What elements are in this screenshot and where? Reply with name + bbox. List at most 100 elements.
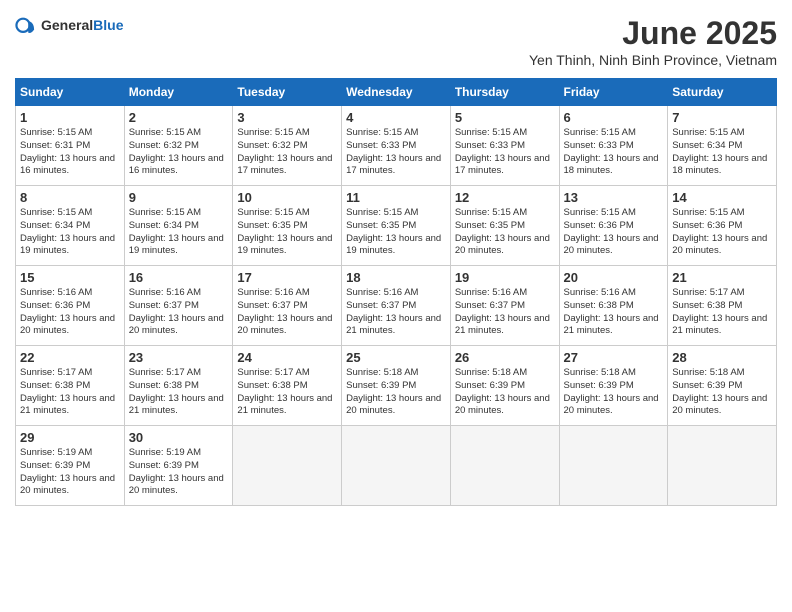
location-title: Yen Thinh, Ninh Binh Province, Vietnam [529, 52, 777, 68]
table-row: 20 Sunrise: 5:16 AM Sunset: 6:38 PM Dayl… [559, 266, 668, 346]
day-info: Sunrise: 5:18 AM Sunset: 6:39 PM Dayligh… [455, 367, 555, 418]
day-number: 30 [129, 430, 229, 445]
day-number: 29 [20, 430, 120, 445]
table-row: 1 Sunrise: 5:15 AM Sunset: 6:31 PM Dayli… [16, 106, 125, 186]
calendar-header-row: Sunday Monday Tuesday Wednesday Thursday… [16, 79, 777, 106]
header-friday: Friday [559, 79, 668, 106]
day-number: 27 [564, 350, 664, 365]
day-info: Sunrise: 5:19 AM Sunset: 6:39 PM Dayligh… [20, 447, 120, 498]
table-row [450, 426, 559, 506]
day-number: 8 [20, 190, 120, 205]
day-info: Sunrise: 5:15 AM Sunset: 6:33 PM Dayligh… [564, 127, 664, 178]
day-info: Sunrise: 5:19 AM Sunset: 6:39 PM Dayligh… [129, 447, 229, 498]
table-row [668, 426, 777, 506]
day-number: 2 [129, 110, 229, 125]
table-row: 12 Sunrise: 5:15 AM Sunset: 6:35 PM Dayl… [450, 186, 559, 266]
header-wednesday: Wednesday [342, 79, 451, 106]
day-number: 23 [129, 350, 229, 365]
table-row: 3 Sunrise: 5:15 AM Sunset: 6:32 PM Dayli… [233, 106, 342, 186]
day-info: Sunrise: 5:15 AM Sunset: 6:34 PM Dayligh… [129, 207, 229, 258]
day-info: Sunrise: 5:16 AM Sunset: 6:36 PM Dayligh… [20, 287, 120, 338]
logo-general: General [41, 17, 93, 33]
table-row: 23 Sunrise: 5:17 AM Sunset: 6:38 PM Dayl… [124, 346, 233, 426]
day-info: Sunrise: 5:18 AM Sunset: 6:39 PM Dayligh… [346, 367, 446, 418]
day-number: 4 [346, 110, 446, 125]
day-number: 20 [564, 270, 664, 285]
day-info: Sunrise: 5:15 AM Sunset: 6:32 PM Dayligh… [237, 127, 337, 178]
day-number: 28 [672, 350, 772, 365]
table-row: 22 Sunrise: 5:17 AM Sunset: 6:38 PM Dayl… [16, 346, 125, 426]
calendar-week-row: 29 Sunrise: 5:19 AM Sunset: 6:39 PM Dayl… [16, 426, 777, 506]
day-number: 15 [20, 270, 120, 285]
day-info: Sunrise: 5:18 AM Sunset: 6:39 PM Dayligh… [564, 367, 664, 418]
day-info: Sunrise: 5:16 AM Sunset: 6:37 PM Dayligh… [455, 287, 555, 338]
table-row: 17 Sunrise: 5:16 AM Sunset: 6:37 PM Dayl… [233, 266, 342, 346]
table-row: 25 Sunrise: 5:18 AM Sunset: 6:39 PM Dayl… [342, 346, 451, 426]
day-info: Sunrise: 5:17 AM Sunset: 6:38 PM Dayligh… [20, 367, 120, 418]
day-number: 26 [455, 350, 555, 365]
table-row: 2 Sunrise: 5:15 AM Sunset: 6:32 PM Dayli… [124, 106, 233, 186]
table-row: 19 Sunrise: 5:16 AM Sunset: 6:37 PM Dayl… [450, 266, 559, 346]
table-row [233, 426, 342, 506]
header-tuesday: Tuesday [233, 79, 342, 106]
day-info: Sunrise: 5:16 AM Sunset: 6:37 PM Dayligh… [346, 287, 446, 338]
day-number: 22 [20, 350, 120, 365]
day-info: Sunrise: 5:15 AM Sunset: 6:34 PM Dayligh… [672, 127, 772, 178]
day-info: Sunrise: 5:16 AM Sunset: 6:38 PM Dayligh… [564, 287, 664, 338]
day-number: 21 [672, 270, 772, 285]
day-info: Sunrise: 5:16 AM Sunset: 6:37 PM Dayligh… [237, 287, 337, 338]
day-number: 14 [672, 190, 772, 205]
day-number: 12 [455, 190, 555, 205]
day-number: 6 [564, 110, 664, 125]
day-info: Sunrise: 5:15 AM Sunset: 6:36 PM Dayligh… [672, 207, 772, 258]
calendar-week-row: 8 Sunrise: 5:15 AM Sunset: 6:34 PM Dayli… [16, 186, 777, 266]
table-row: 28 Sunrise: 5:18 AM Sunset: 6:39 PM Dayl… [668, 346, 777, 426]
table-row: 5 Sunrise: 5:15 AM Sunset: 6:33 PM Dayli… [450, 106, 559, 186]
day-number: 13 [564, 190, 664, 205]
day-number: 18 [346, 270, 446, 285]
table-row: 24 Sunrise: 5:17 AM Sunset: 6:38 PM Dayl… [233, 346, 342, 426]
table-row: 21 Sunrise: 5:17 AM Sunset: 6:38 PM Dayl… [668, 266, 777, 346]
title-area: June 2025 Yen Thinh, Ninh Binh Province,… [529, 15, 777, 68]
month-title: June 2025 [529, 15, 777, 52]
day-number: 3 [237, 110, 337, 125]
table-row: 6 Sunrise: 5:15 AM Sunset: 6:33 PM Dayli… [559, 106, 668, 186]
header-monday: Monday [124, 79, 233, 106]
table-row: 27 Sunrise: 5:18 AM Sunset: 6:39 PM Dayl… [559, 346, 668, 426]
table-row: 16 Sunrise: 5:16 AM Sunset: 6:37 PM Dayl… [124, 266, 233, 346]
day-info: Sunrise: 5:17 AM Sunset: 6:38 PM Dayligh… [237, 367, 337, 418]
day-number: 11 [346, 190, 446, 205]
header-sunday: Sunday [16, 79, 125, 106]
day-number: 19 [455, 270, 555, 285]
header-thursday: Thursday [450, 79, 559, 106]
table-row: 4 Sunrise: 5:15 AM Sunset: 6:33 PM Dayli… [342, 106, 451, 186]
calendar-table: Sunday Monday Tuesday Wednesday Thursday… [15, 78, 777, 506]
calendar-week-row: 1 Sunrise: 5:15 AM Sunset: 6:31 PM Dayli… [16, 106, 777, 186]
table-row: 11 Sunrise: 5:15 AM Sunset: 6:35 PM Dayl… [342, 186, 451, 266]
day-info: Sunrise: 5:15 AM Sunset: 6:35 PM Dayligh… [346, 207, 446, 258]
table-row: 7 Sunrise: 5:15 AM Sunset: 6:34 PM Dayli… [668, 106, 777, 186]
day-number: 25 [346, 350, 446, 365]
table-row: 10 Sunrise: 5:15 AM Sunset: 6:35 PM Dayl… [233, 186, 342, 266]
day-number: 24 [237, 350, 337, 365]
day-number: 16 [129, 270, 229, 285]
logo-blue: Blue [93, 17, 123, 33]
logo-icon [15, 15, 37, 37]
day-info: Sunrise: 5:15 AM Sunset: 6:33 PM Dayligh… [346, 127, 446, 178]
table-row: 26 Sunrise: 5:18 AM Sunset: 6:39 PM Dayl… [450, 346, 559, 426]
page-header: GeneralBlue June 2025 Yen Thinh, Ninh Bi… [15, 15, 777, 68]
table-row: 8 Sunrise: 5:15 AM Sunset: 6:34 PM Dayli… [16, 186, 125, 266]
day-number: 7 [672, 110, 772, 125]
day-number: 17 [237, 270, 337, 285]
day-info: Sunrise: 5:15 AM Sunset: 6:35 PM Dayligh… [455, 207, 555, 258]
table-row: 14 Sunrise: 5:15 AM Sunset: 6:36 PM Dayl… [668, 186, 777, 266]
header-saturday: Saturday [668, 79, 777, 106]
day-number: 5 [455, 110, 555, 125]
day-info: Sunrise: 5:16 AM Sunset: 6:37 PM Dayligh… [129, 287, 229, 338]
day-info: Sunrise: 5:15 AM Sunset: 6:31 PM Dayligh… [20, 127, 120, 178]
table-row: 9 Sunrise: 5:15 AM Sunset: 6:34 PM Dayli… [124, 186, 233, 266]
table-row: 18 Sunrise: 5:16 AM Sunset: 6:37 PM Dayl… [342, 266, 451, 346]
day-number: 10 [237, 190, 337, 205]
table-row: 29 Sunrise: 5:19 AM Sunset: 6:39 PM Dayl… [16, 426, 125, 506]
day-number: 9 [129, 190, 229, 205]
